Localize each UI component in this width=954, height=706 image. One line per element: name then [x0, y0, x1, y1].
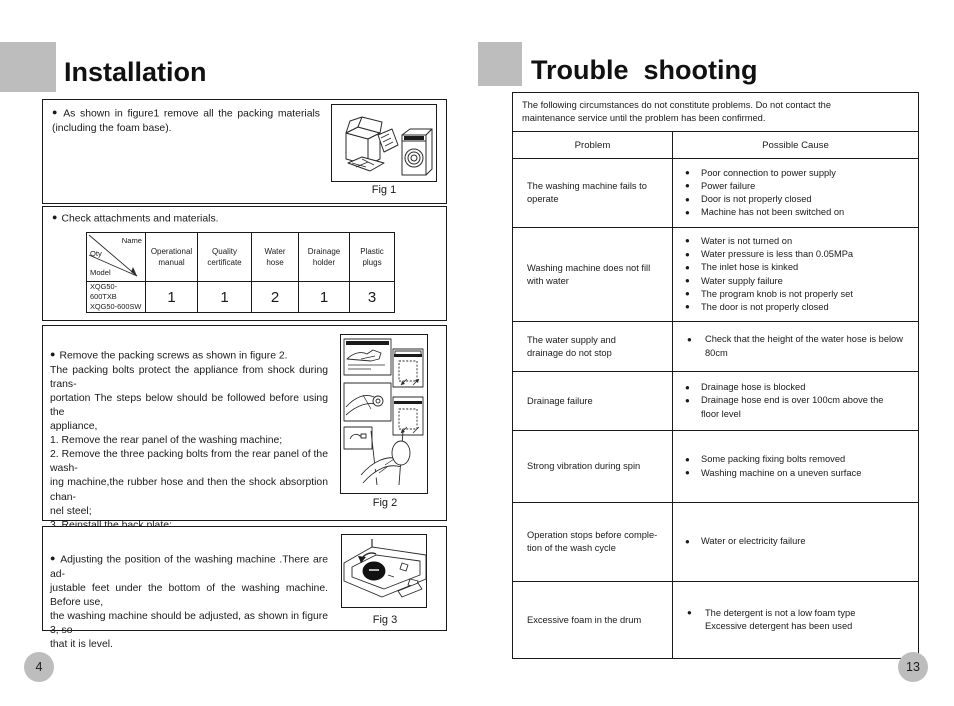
list-item: The detergent is not a low foam type: [683, 606, 908, 620]
attachments-col-drainage-holder: Drainage holder: [298, 232, 350, 282]
troubleshooting-table: The following circumstances do not const…: [512, 92, 919, 659]
list-item: Drainage hose is blocked: [683, 381, 908, 394]
troubleshooting-header-cause: Possible Cause: [672, 131, 919, 159]
table-row: The water supply and drainage do not sto…: [512, 321, 919, 372]
list-item: Power failure: [683, 179, 908, 193]
right-page-number: 13: [906, 660, 920, 674]
list-item: Water pressure is less than 0.05MPa: [683, 248, 908, 261]
attachments-quantity-row: XQG50-600TXB XQG50-600SW 1 1 2 1 3: [86, 281, 395, 313]
fig3-illustration: [343, 539, 426, 598]
list-item: Machine has not been switched on: [683, 206, 908, 219]
list-item: Water supply failure: [683, 274, 908, 288]
attachments-col-quality-certificate: Quality certificate: [197, 232, 252, 282]
attachments-corner-cell: Name Qty Model: [86, 232, 146, 282]
list-item: Washing machine on a uneven surface: [683, 466, 908, 480]
table-row: Drainage failure Drainage hose is blocke…: [512, 371, 919, 431]
bullet-icon: ●: [52, 212, 58, 222]
attachments-model-1: XQG50-600TXB: [90, 282, 118, 301]
attachments-qty-label: Qty: [90, 249, 102, 258]
installation-step-4-text: ● Adjusting the position of the washing m…: [50, 537, 328, 652]
table-row: Strong vibration during spin Some packin…: [512, 430, 919, 503]
problem-cell: Washing machine does not fill with water: [512, 227, 673, 322]
installation-step-2-text: ● Check attachments and materials.: [52, 210, 352, 227]
problem-cell: The water supply and drainage do not sto…: [512, 321, 673, 372]
table-row: Excessive foam in the drum The detergent…: [512, 581, 919, 659]
list-item: The door is not properly closed: [683, 300, 908, 314]
list-item: Water is not turned on: [683, 234, 908, 248]
list-item: Door is not properly closed: [683, 192, 908, 206]
installation-step-4-body: Adjusting the position of the washing ma…: [50, 554, 329, 651]
fig1-illustration: [345, 116, 433, 176]
problem-cell: Operation stops before comple- tion of t…: [512, 502, 673, 582]
troubleshooting-page-title: Trouble shooting: [531, 55, 758, 85]
list-item: The inlet hose is kinked: [683, 261, 908, 274]
cause-cell: Check that the height of the water hose …: [672, 321, 919, 372]
installation-page-title: Installation: [64, 57, 207, 87]
left-page-number-badge: 4: [24, 652, 54, 682]
list-item: Excessive detergent has been used: [705, 621, 853, 631]
troubleshooting-header-problem: Problem: [512, 131, 673, 159]
attachments-name-label: Name: [121, 236, 142, 245]
installation-step-2-body: Check attachments and materials.: [61, 213, 219, 225]
installation-step-1-text: ● As shown in figure1 remove all the pack…: [52, 105, 320, 136]
cause-cell: The detergent is not a low foam type Exc…: [672, 581, 919, 659]
manual-page-spread: Installation ● As shown in figure1 remove…: [0, 0, 954, 706]
attachments-model-label: Model: [90, 268, 111, 277]
cause-cell: Some packing fixing bolts removed Washin…: [672, 430, 919, 503]
attachments-header-row: Name Qty Model Operational manual Qualit…: [86, 232, 395, 282]
right-page-number-badge: 13: [898, 652, 928, 682]
troubleshooting-intro-text: The following circumstances do not const…: [512, 92, 919, 132]
left-page-number: 4: [35, 660, 43, 674]
problem-cell: Excessive foam in the drum: [512, 581, 673, 659]
table-row: Washing machine does not fill with water…: [512, 227, 919, 322]
installation-step-1-body: As shown in figure1 remove all the packi…: [52, 108, 320, 134]
table-row: The washing machine fails to operate Poo…: [512, 158, 919, 228]
fig1-image-frame: [331, 104, 437, 182]
problem-cell: Strong vibration during spin: [512, 430, 673, 503]
installation-header-accent-square: [0, 42, 56, 92]
bullet-icon: ●: [50, 349, 56, 360]
attachments-col-water-hose: Water hose: [251, 232, 299, 282]
attachments-qty-quality-certificate: 1: [197, 281, 252, 313]
cause-cell: Water is not turned on Water pressure is…: [672, 227, 919, 322]
fig2-image-frame: [340, 334, 428, 494]
troubleshooting-header-row: Problem Possible Cause: [512, 131, 919, 159]
attachments-qty-plastic-plugs: 3: [349, 281, 395, 313]
fig3-image-frame: [341, 534, 427, 608]
list-item: The program knob is not properly set: [683, 287, 908, 301]
problem-cell: The washing machine fails to operate: [512, 158, 673, 228]
bullet-icon: ●: [52, 107, 60, 117]
cause-cell: Poor connection to power supply Power fa…: [672, 158, 919, 228]
fig3-caption: Fig 3: [372, 614, 398, 626]
attachments-col-operational-manual: Operational manual: [145, 232, 198, 282]
attachments-table: Name Qty Model Operational manual Qualit…: [86, 232, 395, 313]
attachments-model-cell: XQG50-600TXB XQG50-600SW: [86, 281, 146, 313]
list-item: Poor connection to power supply: [683, 166, 908, 180]
table-row: Operation stops before comple- tion of t…: [512, 502, 919, 582]
attachments-qty-drainage-holder: 1: [298, 281, 350, 313]
list-item: Water or electricity failure: [683, 535, 908, 548]
bullet-icon: ●: [50, 553, 57, 564]
attachments-qty-water-hose: 2: [251, 281, 299, 313]
attachments-qty-operational-manual: 1: [145, 281, 198, 313]
fig2-illustration: [343, 338, 424, 486]
troubleshooting-header-accent-square: [478, 42, 522, 86]
cause-cell: Drainage hose is blocked Drainage hose e…: [672, 371, 919, 431]
cause-cell: Water or electricity failure: [672, 502, 919, 582]
problem-cell: Drainage failure: [512, 371, 673, 431]
attachments-model-2: XQG50-600SW: [90, 302, 142, 311]
attachments-col-plastic-plugs: Plastic plugs: [349, 232, 395, 282]
fig2-caption: Fig 2: [372, 497, 398, 509]
troubleshooting-intro-row: The following circumstances do not const…: [512, 92, 919, 132]
list-item: Some packing fixing bolts removed: [683, 453, 908, 466]
list-item: Drainage hose end is over 100cm above th…: [683, 394, 908, 420]
list-item: Check that the height of the water hose …: [683, 333, 908, 359]
fig1-caption: Fig 1: [371, 184, 397, 196]
